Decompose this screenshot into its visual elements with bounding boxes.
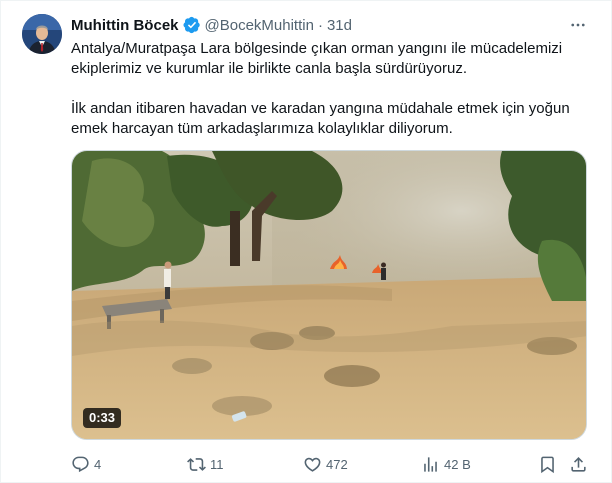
reply-count: 4 xyxy=(94,456,102,472)
video-player[interactable]: 0:33 xyxy=(71,150,587,440)
author-handle[interactable]: @BocekMuhittin xyxy=(205,17,314,34)
tweet-paragraph-1: Antalya/Muratpaşa Lara bölgesinde çıkan … xyxy=(71,40,563,77)
share-icon xyxy=(571,456,586,472)
verified-badge-icon xyxy=(182,16,201,34)
retweet-icon xyxy=(187,457,206,471)
reply-button[interactable]: 4 xyxy=(71,453,101,475)
separator-dot: · xyxy=(317,16,323,34)
views-icon xyxy=(424,456,437,472)
timestamp[interactable]: 31d xyxy=(327,17,352,34)
avatar-image xyxy=(22,14,62,54)
like-button[interactable]: 472 xyxy=(303,453,348,475)
views-count: 42 B xyxy=(444,456,471,472)
action-bar: 4 11 472 42 B xyxy=(1,453,612,475)
retweet-button[interactable]: 11 xyxy=(187,453,224,475)
video-frame xyxy=(72,151,586,439)
video-duration-badge: 0:33 xyxy=(83,408,122,428)
bookmark-icon xyxy=(541,456,554,473)
like-count: 472 xyxy=(326,456,348,472)
author-name[interactable]: Muhittin Böcek xyxy=(71,17,179,34)
tweet-text: Antalya/Muratpaşa Lara bölgesinde çıkan … xyxy=(71,39,591,139)
tweet-paragraph-2: İlk andan itibaren havadan ve karadan ya… xyxy=(71,100,570,137)
views-button[interactable]: 42 B xyxy=(421,453,471,475)
bookmark-button[interactable] xyxy=(538,453,557,475)
tweet[interactable]: Muhittin Böcek @BocekMuhittin · 31d Anta… xyxy=(0,0,612,483)
retweet-count: 11 xyxy=(210,456,224,472)
share-button[interactable] xyxy=(569,453,588,475)
like-icon xyxy=(304,457,321,472)
more-icon[interactable] xyxy=(567,15,589,35)
avatar[interactable] xyxy=(22,14,62,54)
tweet-header: Muhittin Böcek @BocekMuhittin · 31d xyxy=(71,15,352,35)
reply-icon xyxy=(72,456,89,472)
